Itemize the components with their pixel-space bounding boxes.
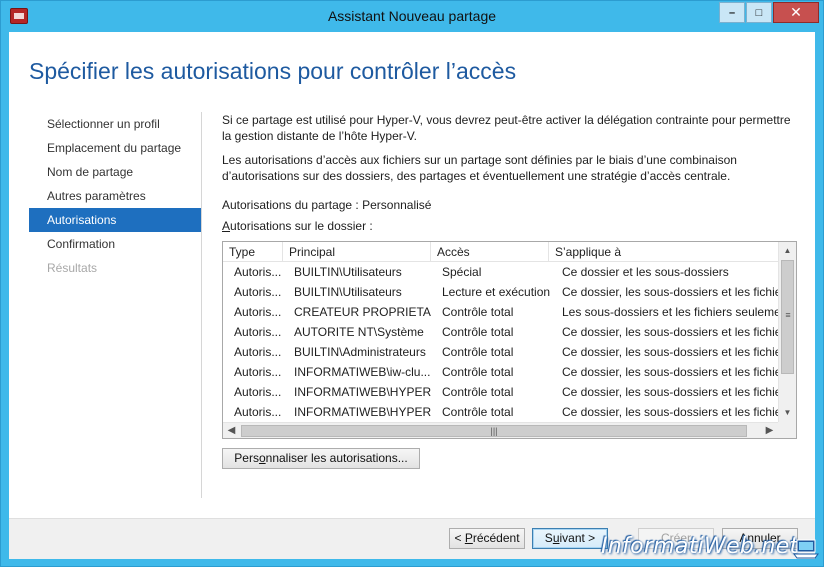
list-header: Type Principal Accès S’applique à [223, 242, 778, 262]
laptop-icon [793, 539, 819, 559]
column-header-type[interactable]: Type [223, 242, 283, 262]
cell-applies-to: Les sous-dossiers et les fichiers seulem… [562, 305, 778, 319]
cell-principal: INFORMATIWEB\iw-clu... [294, 365, 431, 379]
wizard-client-area: Spécifier les autorisations pour contrôl… [9, 32, 815, 559]
customize-permissions-button[interactable]: Personnaliser les autorisations... [222, 448, 420, 469]
cell-type: Autoris... [234, 285, 282, 299]
cell-type: Autoris... [234, 305, 282, 319]
cell-access: Contrôle total [442, 385, 514, 399]
minimize-button[interactable]: – [719, 2, 745, 23]
wizard-window: Assistant Nouveau partage – □ ✕ Spécifie… [0, 0, 824, 567]
window-title: Assistant Nouveau partage [327, 8, 497, 24]
scroll-left-icon[interactable]: ◀ [223, 423, 240, 438]
column-header-applies-to[interactable]: S’applique à [549, 242, 778, 262]
scroll-right-icon[interactable]: ▶ [761, 423, 778, 438]
cell-type: Autoris... [234, 265, 282, 279]
cell-access: Contrôle total [442, 365, 514, 379]
next-button[interactable]: Suivant > [532, 528, 608, 549]
title-bar[interactable]: Assistant Nouveau partage – □ ✕ [1, 1, 823, 32]
table-row[interactable]: Autoris... BUILTIN\Utilisateurs Spécial … [223, 262, 778, 282]
maximize-button[interactable]: □ [746, 2, 772, 23]
cell-access: Lecture et exécution [442, 285, 551, 299]
cell-type: Autoris... [234, 345, 282, 359]
cell-access: Contrôle total [442, 325, 514, 339]
table-row[interactable]: Autoris... BUILTIN\Administrateurs Contr… [223, 342, 778, 362]
folder-permissions-label: Autorisations sur le dossier : [222, 219, 373, 233]
column-header-access[interactable]: Accès [431, 242, 549, 262]
cell-principal: INFORMATIWEB\HYPER... [294, 385, 432, 399]
horizontal-scrollbar[interactable]: ◀ ||| ▶ [223, 422, 778, 438]
cell-access: Contrôle total [442, 345, 514, 359]
cell-principal: INFORMATIWEB\HYPER... [294, 405, 432, 419]
share-permissions-value: Personnalisé [362, 198, 432, 212]
cell-applies-to: Ce dossier, les sous-dossiers et les fic… [562, 365, 778, 379]
cell-access: Spécial [442, 265, 482, 279]
grip-icon: ≡ [785, 310, 791, 320]
permissions-description: Les autorisations d’accès aux fichiers s… [222, 153, 737, 183]
nav-item-other-settings[interactable]: Autres paramètres [29, 184, 201, 208]
cell-applies-to: Ce dossier, les sous-dossiers et les fic… [562, 345, 778, 359]
cell-type: Autoris... [234, 365, 282, 379]
vertical-scrollbar[interactable]: ▲ ≡ ▼ [778, 242, 796, 422]
cell-principal: CREATEUR PROPRIETAI... [294, 305, 432, 319]
scroll-up-icon[interactable]: ▲ [779, 242, 796, 259]
hyperv-note: Si ce partage est utilisé pour Hyper-V, … [222, 113, 791, 143]
cell-access: Contrôle total [442, 405, 514, 419]
cell-principal: BUILTIN\Administrateurs [294, 345, 426, 359]
cell-principal: AUTORITE NT\Système [294, 325, 424, 339]
cell-principal: BUILTIN\Utilisateurs [294, 265, 402, 279]
nav-item-permissions[interactable]: Autorisations [29, 208, 201, 232]
cell-access: Contrôle total [442, 305, 514, 319]
cell-applies-to: Ce dossier, les sous-dossiers et les fic… [562, 385, 778, 399]
permissions-list[interactable]: Type Principal Accès S’applique à Autori… [222, 241, 797, 439]
informatiweb-watermark: InformatiWeb.net [601, 534, 799, 559]
nav-item-results: Résultats [47, 261, 98, 275]
nav-divider [201, 112, 202, 498]
close-button[interactable]: ✕ [773, 2, 819, 23]
cell-type: Autoris... [234, 385, 282, 399]
horizontal-scroll-thumb[interactable]: ||| [241, 425, 747, 437]
cell-principal: BUILTIN\Utilisateurs [294, 285, 402, 299]
table-row[interactable]: Autoris... INFORMATIWEB\HYPER... Contrôl… [223, 402, 778, 422]
table-row[interactable]: Autoris... BUILTIN\Utilisateurs Lecture … [223, 282, 778, 302]
previous-button[interactable]: < Précédent [449, 528, 525, 549]
table-row[interactable]: Autoris... INFORMATIWEB\iw-clu... Contrô… [223, 362, 778, 382]
cell-applies-to: Ce dossier, les sous-dossiers et les fic… [562, 285, 778, 299]
share-permissions-label: Autorisations du partage : [222, 198, 359, 212]
nav-item-confirmation[interactable]: Confirmation [29, 232, 201, 256]
cell-type: Autoris... [234, 405, 282, 419]
page-title: Spécifier les autorisations pour contrôl… [29, 58, 517, 84]
table-row[interactable]: Autoris... AUTORITE NT\Système Contrôle … [223, 322, 778, 342]
cell-applies-to: Ce dossier et les sous-dossiers [562, 265, 729, 279]
wizard-nav: Sélectionner un profil Emplacement du pa… [29, 112, 201, 280]
cell-applies-to: Ce dossier, les sous-dossiers et les fic… [562, 405, 778, 419]
table-row[interactable]: Autoris... CREATEUR PROPRIETAI... Contrô… [223, 302, 778, 322]
table-row[interactable]: Autoris... INFORMATIWEB\HYPER... Contrôl… [223, 382, 778, 402]
cell-applies-to: Ce dossier, les sous-dossiers et les fic… [562, 325, 778, 339]
cell-type: Autoris... [234, 325, 282, 339]
nav-item-share-name[interactable]: Nom de partage [29, 160, 201, 184]
share-permissions-line: Autorisations du partage : Personnalisé [222, 197, 431, 213]
column-header-principal[interactable]: Principal [283, 242, 431, 262]
nav-item-select-profile[interactable]: Sélectionner un profil [29, 112, 201, 136]
vertical-scroll-thumb[interactable]: ≡ [781, 260, 794, 374]
scroll-down-icon[interactable]: ▼ [779, 404, 796, 421]
nav-item-share-location[interactable]: Emplacement du partage [29, 136, 201, 160]
scroll-corner [778, 422, 796, 438]
